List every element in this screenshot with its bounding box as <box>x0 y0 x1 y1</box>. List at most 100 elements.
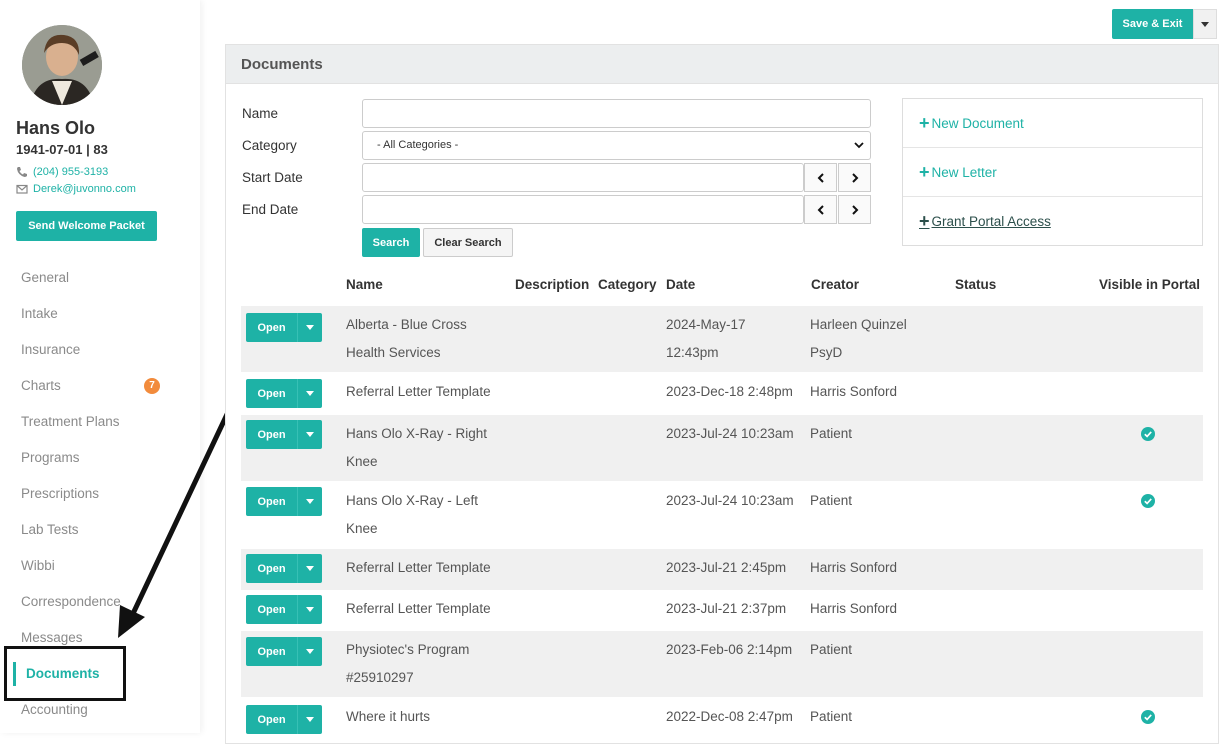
open-button-group: Open <box>246 313 322 342</box>
chevron-left-icon <box>817 204 824 215</box>
open-button-group: Open <box>246 420 322 449</box>
chevron-right-icon <box>851 204 858 215</box>
open-button-group: Open <box>246 554 322 583</box>
open-options-dropdown[interactable] <box>297 637 322 666</box>
open-button[interactable]: Open <box>246 379 297 408</box>
grant-portal-access-link[interactable]: + Grant Portal Access <box>903 197 1202 246</box>
caret-down-icon <box>306 607 314 612</box>
start-date-prev-button[interactable] <box>804 163 837 192</box>
table-row: Open Hans Olo X-Ray - Right Knee 2023-Ju… <box>241 415 1203 481</box>
end-date-input[interactable] <box>362 195 804 224</box>
doc-name-cont: #25910297 <box>346 670 414 685</box>
doc-date: 2023-Dec-18 2:48pm <box>666 384 793 399</box>
charts-count-badge: 7 <box>144 378 160 394</box>
col-header-creator[interactable]: Creator <box>811 277 859 292</box>
email-text[interactable]: Derek@juvonno.com <box>33 183 136 195</box>
open-button[interactable]: Open <box>246 313 297 342</box>
new-letter-link[interactable]: + New Letter <box>903 148 1202 197</box>
table-row: Open Referral Letter Template 2023-Jul-2… <box>241 590 1203 631</box>
doc-date: 2023-Jul-21 2:45pm <box>666 560 787 575</box>
start-date-input[interactable] <box>362 163 804 192</box>
avatar <box>22 25 102 105</box>
doc-creator-cont: PsyD <box>810 345 843 360</box>
doc-name: Referral Letter Template <box>346 601 491 616</box>
open-options-dropdown[interactable] <box>297 379 322 408</box>
col-header-visible-in-portal[interactable]: Visible in Portal <box>1099 277 1200 292</box>
end-date-next-button[interactable] <box>838 195 871 224</box>
doc-name: Referral Letter Template <box>346 560 491 575</box>
caret-down-icon <box>306 649 314 654</box>
col-header-status[interactable]: Status <box>955 277 996 292</box>
category-select[interactable]: - All Categories - <box>362 131 871 160</box>
save-exit-button[interactable]: Save & Exit <box>1112 9 1193 39</box>
caret-down-icon <box>306 325 314 330</box>
open-button[interactable]: Open <box>246 705 297 734</box>
doc-date: 2023-Jul-21 2:37pm <box>666 601 787 616</box>
table-row: Open Hans Olo X-Ray - Left Knee 2023-Jul… <box>241 481 1203 549</box>
start-date-next-button[interactable] <box>838 163 871 192</box>
plus-icon: + <box>919 112 930 133</box>
caret-down-icon <box>306 432 314 437</box>
doc-time: 12:43pm <box>666 345 719 360</box>
col-header-name[interactable]: Name <box>346 277 383 292</box>
new-document-link[interactable]: + New Document <box>903 99 1202 148</box>
doc-date: 2022-Dec-08 2:47pm <box>666 709 793 724</box>
col-header-date[interactable]: Date <box>666 277 695 292</box>
caret-down-icon <box>306 391 314 396</box>
chevron-down-icon <box>854 142 864 149</box>
sidebar-item-general[interactable]: General <box>0 260 200 296</box>
table-row: Open Referral Letter Template 2023-Jul-2… <box>241 549 1203 590</box>
doc-name: Hans Olo X-Ray - Right <box>346 426 488 441</box>
open-options-dropdown[interactable] <box>297 554 322 583</box>
clear-search-button[interactable]: Clear Search <box>423 228 513 257</box>
table-row: Open Physiotec's Program #25910297 2023-… <box>241 631 1203 697</box>
doc-name: Physiotec's Program <box>346 642 470 657</box>
doc-creator: Patient <box>810 426 853 441</box>
sidebar-item-insurance[interactable]: Insurance <box>0 332 200 368</box>
sidebar-item-charts[interactable]: Charts 7 <box>0 368 200 404</box>
name-input[interactable] <box>362 99 871 128</box>
patient-email[interactable]: Derek@juvonno.com <box>16 183 136 195</box>
doc-date: 2023-Jul-24 10:23am <box>666 493 794 508</box>
end-date-label: End Date <box>242 202 299 217</box>
open-button[interactable]: Open <box>246 487 297 516</box>
doc-creator: Patient <box>810 493 853 508</box>
doc-name-cont: Knee <box>346 454 378 469</box>
sidebar-item-intake[interactable]: Intake <box>0 296 200 332</box>
plus-icon: + <box>919 211 930 231</box>
doc-name: Where it hurts <box>346 709 431 724</box>
open-button[interactable]: Open <box>246 554 297 583</box>
doc-creator: Patient <box>810 709 853 724</box>
doc-name-cont: Health Services <box>346 345 441 360</box>
chevron-left-icon <box>817 172 824 183</box>
open-button[interactable]: Open <box>246 637 297 666</box>
doc-name-cont: Knee <box>346 521 378 536</box>
send-welcome-packet-button[interactable]: Send Welcome Packet <box>16 211 157 241</box>
patient-phone[interactable]: (204) 955-3193 <box>16 166 108 178</box>
visible-check-icon <box>1141 427 1155 441</box>
open-options-dropdown[interactable] <box>297 487 322 516</box>
open-options-dropdown[interactable] <box>297 595 322 624</box>
doc-name: Alberta - Blue Cross <box>346 317 467 332</box>
phone-icon <box>17 167 27 177</box>
doc-creator: Harris Sonford <box>810 384 898 399</box>
annotation-highlight-box <box>4 646 126 701</box>
panel-title: Documents <box>226 45 1218 84</box>
search-button[interactable]: Search <box>362 228 420 257</box>
open-button[interactable]: Open <box>246 420 297 449</box>
col-header-category[interactable]: Category <box>598 277 657 292</box>
open-options-dropdown[interactable] <box>297 313 322 342</box>
open-button[interactable]: Open <box>246 595 297 624</box>
doc-creator: Harris Sonford <box>810 601 898 616</box>
doc-date: 2023-Jul-24 10:23am <box>666 426 794 441</box>
open-options-dropdown[interactable] <box>297 705 322 734</box>
end-date-prev-button[interactable] <box>804 195 837 224</box>
save-options-dropdown[interactable] <box>1193 9 1217 39</box>
col-header-description[interactable]: Description <box>515 277 589 292</box>
category-selected-value: - All Categories - <box>377 139 459 151</box>
open-button-group: Open <box>246 637 322 666</box>
phone-text[interactable]: (204) 955-3193 <box>33 166 108 178</box>
doc-date: 2023-Feb-06 2:14pm <box>666 642 793 657</box>
visible-check-icon <box>1141 710 1155 724</box>
open-options-dropdown[interactable] <box>297 420 322 449</box>
